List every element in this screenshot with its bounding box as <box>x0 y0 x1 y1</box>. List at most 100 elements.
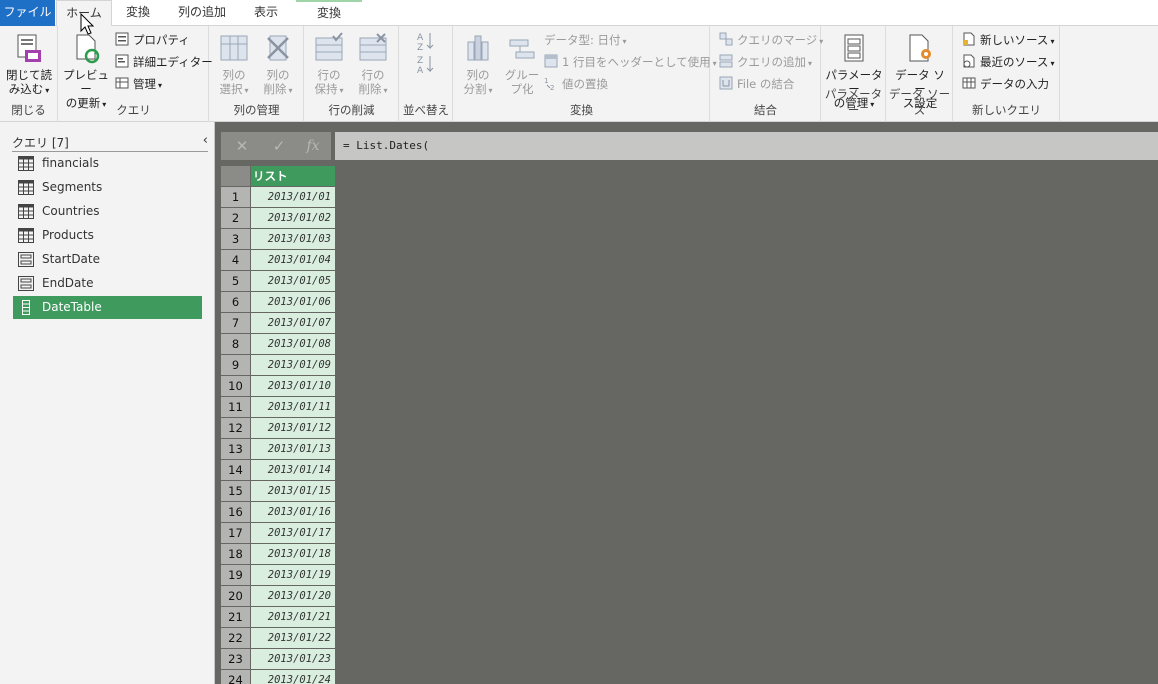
merge-queries-button[interactable]: クエリのマージ ▾ <box>719 30 823 50</box>
date-cell[interactable]: 2013/01/08 <box>251 334 335 354</box>
group-data-source: データ ソー ス設定 データ ソース <box>887 26 953 122</box>
properties-icon <box>115 32 129 46</box>
recent-sources-button[interactable]: 最近のソース ▾ <box>962 52 1054 72</box>
date-cell[interactable]: 2013/01/06 <box>251 292 335 312</box>
row-number[interactable]: 11 <box>221 397 250 417</box>
row-number[interactable]: 5 <box>221 271 250 291</box>
tab-transform[interactable]: 変換 <box>114 0 162 26</box>
date-cell[interactable]: 2013/01/15 <box>251 481 335 501</box>
query-item[interactable]: Countries <box>13 200 202 223</box>
date-cell[interactable]: 2013/01/14 <box>251 460 335 480</box>
row-number[interactable]: 19 <box>221 565 250 585</box>
row-number[interactable]: 18 <box>221 544 250 564</box>
group-parameters: パラメーター の管理 ▾ パラメーター <box>822 26 886 122</box>
date-cell[interactable]: 2013/01/13 <box>251 439 335 459</box>
row-number[interactable]: 17 <box>221 523 250 543</box>
row-number[interactable]: 23 <box>221 649 250 669</box>
date-cell[interactable]: 2013/01/23 <box>251 649 335 669</box>
row-number[interactable]: 12 <box>221 418 250 438</box>
properties-button[interactable]: プロパティ <box>115 30 190 50</box>
row-number[interactable]: 10 <box>221 376 250 396</box>
date-cell[interactable]: 2013/01/18 <box>251 544 335 564</box>
collapse-pane-icon[interactable]: ‹ <box>203 133 208 148</box>
manage-button[interactable]: 管理 ▾ <box>115 74 162 94</box>
sort-descending-icon: ZA <box>417 56 434 76</box>
tab-list-tools-transform[interactable]: 変換 <box>296 0 362 26</box>
date-cell[interactable]: 2013/01/17 <box>251 523 335 543</box>
advanced-editor-label: 詳細エディター <box>133 55 213 69</box>
date-cell[interactable]: 2013/01/21 <box>251 607 335 627</box>
group-label-close: 閉じる <box>11 103 46 117</box>
row-number[interactable]: 20 <box>221 586 250 606</box>
date-cell[interactable]: 2013/01/19 <box>251 565 335 585</box>
date-cell[interactable]: 2013/01/07 <box>251 313 335 333</box>
row-number[interactable]: 3 <box>221 229 250 249</box>
date-cell[interactable]: 2013/01/24 <box>251 670 335 684</box>
query-item[interactable]: DateTable <box>13 296 202 319</box>
sort-ascending-button[interactable]: AZ <box>416 30 436 53</box>
row-number[interactable]: 6 <box>221 292 250 312</box>
query-item[interactable]: Segments <box>13 176 202 199</box>
query-item[interactable]: StartDate <box>13 248 202 271</box>
parameter-icon <box>18 276 34 291</box>
row-number[interactable]: 14 <box>221 460 250 480</box>
row-number[interactable]: 21 <box>221 607 250 627</box>
cancel-icon[interactable]: ✕ <box>232 136 252 156</box>
row-number[interactable]: 13 <box>221 439 250 459</box>
row-number[interactable]: 4 <box>221 250 250 270</box>
date-cell[interactable]: 2013/01/22 <box>251 628 335 648</box>
fx-icon[interactable]: fx <box>303 136 323 156</box>
tab-view[interactable]: 表示 <box>242 0 290 26</box>
date-cell[interactable]: 2013/01/12 <box>251 418 335 438</box>
date-cell[interactable]: 2013/01/02 <box>251 208 335 228</box>
group-label-combine: 結合 <box>754 103 777 117</box>
remove-rows-button[interactable]: 行の 削除 ▾ <box>353 32 393 98</box>
row-number[interactable]: 22 <box>221 628 250 648</box>
row-number[interactable]: 24 <box>221 670 250 684</box>
grid-corner[interactable] <box>221 166 250 186</box>
refresh-preview-button[interactable]: プレビュー の更新 ▾ <box>61 32 111 112</box>
list-icon <box>18 300 34 315</box>
keep-rows-button[interactable]: 行の 保持 ▾ <box>309 32 349 98</box>
choose-columns-button[interactable]: 列の 選択 ▾ <box>214 32 254 98</box>
row-number[interactable]: 16 <box>221 502 250 522</box>
tab-add-column[interactable]: 列の追加 <box>166 0 238 26</box>
date-cell[interactable]: 2013/01/04 <box>251 250 335 270</box>
date-cell[interactable]: 2013/01/01 <box>251 187 335 207</box>
column-header-list[interactable]: リスト <box>251 166 335 186</box>
date-cell[interactable]: 2013/01/10 <box>251 376 335 396</box>
close-and-load-button[interactable]: 閉じて読 み込む ▾ <box>4 32 54 98</box>
sort-descending-button[interactable]: ZA <box>416 53 436 76</box>
group-label-sort: 並べ替え <box>403 103 449 117</box>
query-item[interactable]: financials <box>13 152 202 175</box>
commit-icon[interactable]: ✓ <box>269 136 289 156</box>
date-cell[interactable]: 2013/01/20 <box>251 586 335 606</box>
replace-values-button[interactable]: 1 2 値の置換 <box>544 74 608 94</box>
row-number[interactable]: 9 <box>221 355 250 375</box>
split-column-button[interactable]: 列の 分割 ▾ <box>458 32 498 98</box>
refresh-label-1: プレビュー <box>63 68 109 96</box>
query-item[interactable]: EndDate <box>13 272 202 295</box>
query-item[interactable]: Products <box>13 224 202 247</box>
combine-files-button[interactable]: File の結合 <box>719 74 794 94</box>
group-by-button[interactable]: グルー プ化 <box>502 32 542 96</box>
row-number[interactable]: 15 <box>221 481 250 501</box>
tab-file[interactable]: ファイル <box>0 0 55 26</box>
row-number[interactable]: 2 <box>221 208 250 228</box>
use-first-row-as-headers-button[interactable]: 1 行目をヘッダーとして使用 ▾ <box>544 52 717 72</box>
date-cell[interactable]: 2013/01/09 <box>251 355 335 375</box>
append-queries-button[interactable]: クエリの追加 ▾ <box>719 52 812 72</box>
data-type-dropdown[interactable]: データ型: 日付 ▾ <box>544 30 627 50</box>
remove-columns-button[interactable]: 列の 削除 ▾ <box>258 32 298 98</box>
enter-data-button[interactable]: データの入力 <box>962 74 1049 94</box>
row-number[interactable]: 8 <box>221 334 250 354</box>
date-cell[interactable]: 2013/01/16 <box>251 502 335 522</box>
row-number[interactable]: 1 <box>221 187 250 207</box>
new-source-button[interactable]: 新しいソース ▾ <box>962 30 1054 50</box>
date-cell[interactable]: 2013/01/03 <box>251 229 335 249</box>
advanced-editor-button[interactable]: 詳細エディター <box>115 52 213 72</box>
date-cell[interactable]: 2013/01/05 <box>251 271 335 291</box>
row-number[interactable]: 7 <box>221 313 250 333</box>
date-cell[interactable]: 2013/01/11 <box>251 397 335 417</box>
formula-input[interactable]: = List.Dates( <box>335 132 1158 160</box>
